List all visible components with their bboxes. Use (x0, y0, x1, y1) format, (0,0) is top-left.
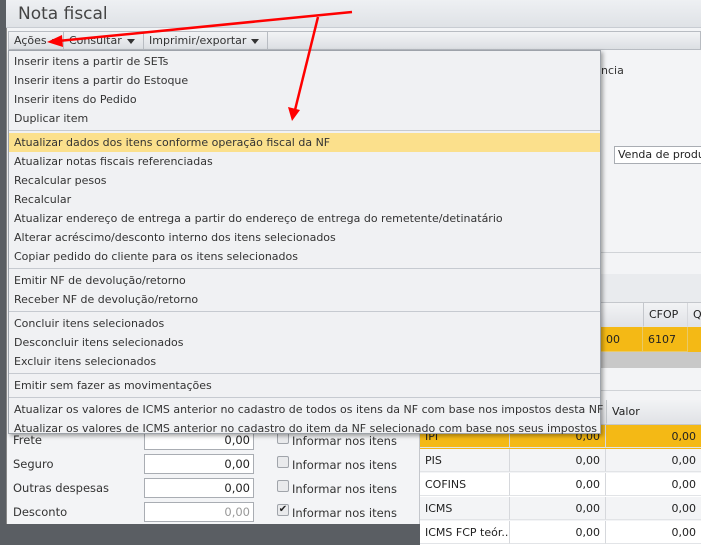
annotation-arrows (47, 10, 353, 121)
arrow-to-highlighted-item (293, 16, 320, 111)
arrow-to-acoes (57, 10, 353, 43)
arrowhead-icon (47, 35, 63, 47)
tax-grid-row[interactable]: ICMS FCP teór... 0,00 0,00 (420, 521, 701, 545)
cell-base: 0,00 (510, 521, 606, 544)
cell-name: ICMS FCP teór... (420, 521, 510, 544)
arrowhead-icon (288, 107, 300, 121)
cell-valor: 0,00 (606, 521, 701, 544)
